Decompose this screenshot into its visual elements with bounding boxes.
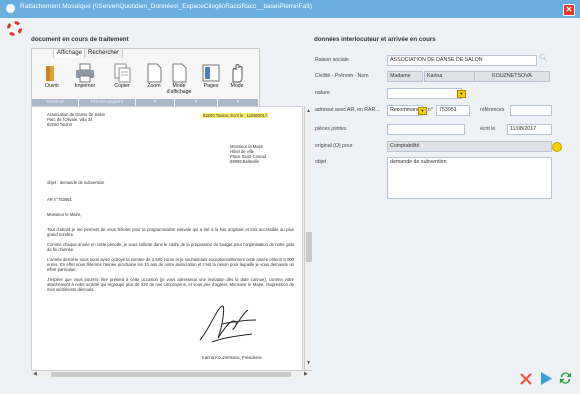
body-paragraph: J'espère que vous pourrez être présent à… [47,277,294,292]
prenom-input[interactable]: Karina [424,71,476,82]
ribbon-print-label: Imprimer [74,83,96,89]
raison-sociale-input[interactable]: ASSOCIATION DE DANSE DE SALON [387,55,537,66]
ribbon-viewmode-label: Mode d'affichage [166,83,192,95]
ribbon-group-mode[interactable]: ▾ [218,99,258,106]
title-bar: Rattachement Mosaïque (\\Server\Quotidie… [0,0,580,18]
references-label: références [480,107,505,113]
app-icon [6,4,15,13]
objet-textarea[interactable]: demande de subvention [387,157,552,199]
references-input[interactable] [510,105,552,116]
document-horizontal-scrollbar[interactable]: ◀ ▶ [31,370,312,379]
window-title: Rattachement Mosaïque (\\Server\Quotidie… [20,3,312,10]
right-panel-title: données interlocuteur et arrivée en cour… [314,36,436,43]
ref-line: AR n°753951 [47,197,72,202]
hscroll-thumb[interactable] [51,372,291,377]
original-pour-label: original (O) pour [315,143,353,149]
body-paragraph: Comme chaque année en cette période, je … [47,242,294,252]
nature-label: nature [315,90,330,96]
page-icon[interactable] [142,62,166,84]
ribbon-group-view[interactable]: ▾ [175,99,217,106]
ribbon-open-label: Ouvrir [44,83,60,89]
scroll-down-icon[interactable]: ▼ [306,360,311,366]
body-paragraph: Tout d'abord je me permets de vous félic… [47,227,294,237]
ar-number-label: n° [428,107,433,113]
copy-icon[interactable] [110,62,134,84]
tab-rechercher[interactable]: Rechercher [84,48,124,58]
scroll-left-icon[interactable]: ◀ [33,371,37,377]
ribbon-group-clipboard: Presse-papiers [79,99,135,106]
printer-icon[interactable] [73,62,97,84]
sender-line: 83200 Toulon [47,122,73,127]
left-panel-title: document en cours de traitement [31,36,129,43]
refresh-icon[interactable] [558,370,573,386]
lifebuoy-icon[interactable] [7,21,22,36]
chevron-down-icon[interactable]: ▼ [418,107,427,115]
ecrit-le-label: écrit le [480,126,496,132]
document-vertical-scrollbar[interactable]: ▲ ▼ [304,106,313,370]
play-icon[interactable] [539,371,553,386]
ribbon-group-general: Général [32,99,78,106]
objet-label: objet [315,159,327,165]
scroll-up-icon[interactable]: ▲ [306,108,311,114]
ribbon-pages-label: Pages [203,83,219,89]
pieces-jointes-input[interactable] [387,124,465,135]
signature-name: Karina Kouznetsova, Présidente [202,355,262,360]
ribbon-mode-label: Mode [230,83,244,89]
raison-sociale-label: Raison sociale [315,57,349,63]
cancel-icon[interactable] [519,372,533,386]
nature-select[interactable] [387,88,462,99]
body-paragraph: L'année dernière vous nous aviez octroyé… [47,257,294,272]
nom-input[interactable]: KOUZNETSOVA [474,71,550,82]
recipient-line: 99999 Belleville [230,159,260,164]
ar-number-input[interactable]: 753951 [436,105,470,116]
signature-image [192,298,262,348]
tab-affichage[interactable]: Affichage [53,48,86,58]
document-page: Association de Danse de Salon Parc de l'… [40,110,302,364]
object-line: objet : demande de subvention [47,180,105,185]
pieces-jointes-label: pièces jointes [315,126,347,132]
chevron-down-icon[interactable]: ▼ [457,90,466,98]
scroll-right-icon[interactable]: ▶ [304,371,308,377]
adresse-label: adressé avec AR, en RAR... [315,107,380,113]
search-icon[interactable]: 🔍︎ [539,54,548,62]
page-icon-view[interactable] [167,62,191,84]
scroll-thumb[interactable] [306,232,312,262]
ribbon-copy-label: Copier [114,83,130,89]
civilite-input[interactable]: Madame [387,71,423,82]
hand-icon[interactable] [225,62,249,84]
pages-icon[interactable] [199,62,223,84]
original-pour-input[interactable]: Comptabilité [387,141,552,152]
salutation: Monsieur le Maire, [47,212,82,217]
civilite-label: Civilité - Prénom - Nom [315,73,369,79]
folder-icon[interactable] [40,62,64,84]
ribbon-group-zoom[interactable]: ▾ [136,99,174,106]
ecrit-le-input[interactable]: 11/08/2017 [507,124,552,135]
place-date: 83200 Toulon, Écrit le : 11/08/2017 [202,113,269,118]
status-dot-icon[interactable] [552,142,562,152]
close-button[interactable]: ✕ [563,4,575,16]
